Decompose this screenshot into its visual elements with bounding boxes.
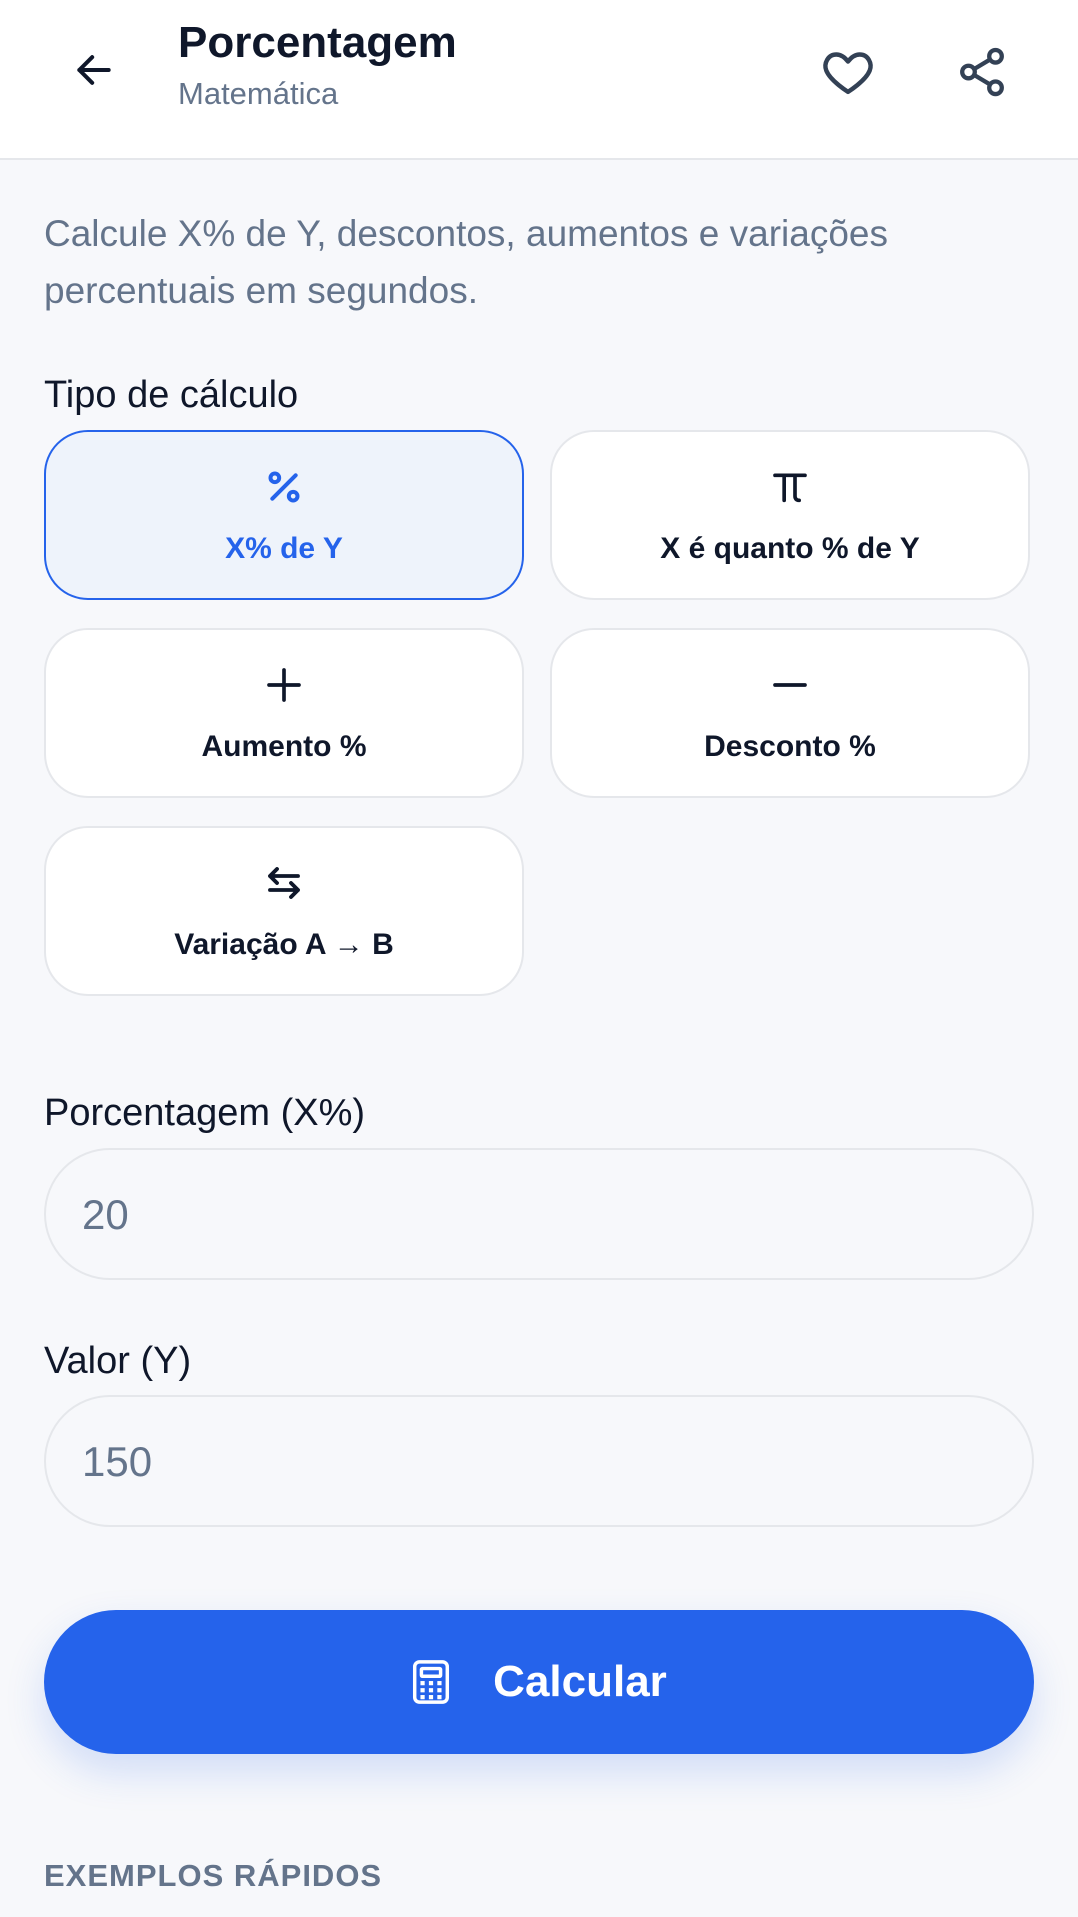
calc-type-increase[interactable]: Aumento %	[44, 628, 524, 798]
app-header: Porcentagem Matemática	[0, 0, 1078, 160]
plus-icon	[267, 668, 301, 702]
calculate-button[interactable]: Calcular	[44, 1610, 1034, 1754]
value-field-label: Valor (Y)	[44, 1340, 192, 1382]
back-button[interactable]	[64, 40, 124, 100]
calc-type-label: Tipo de cálculo	[44, 374, 299, 416]
page-description: Calcule X% de Y, descontos, aumentos e v…	[44, 213, 888, 311]
calc-type-label-text: Aumento %	[201, 730, 367, 763]
percentage-field-label: Porcentagem (X%)	[44, 1092, 366, 1134]
calculator-icon	[413, 1660, 450, 1704]
calculate-button-label: Calcular	[493, 1657, 667, 1706]
calc-type-variation[interactable]: Variação A → B	[44, 826, 524, 996]
favorite-button[interactable]	[816, 40, 880, 104]
calc-type-label-text: Desconto %	[704, 730, 876, 763]
calc-type-label-text: X é quanto % de Y	[660, 532, 920, 565]
calc-type-percent-of[interactable]: X% de Y	[44, 430, 524, 600]
calc-type-label-text: Variação A → B	[174, 928, 394, 961]
heart-icon	[823, 52, 873, 95]
swap-arrows-icon	[268, 867, 300, 899]
pi-icon	[773, 473, 807, 503]
calc-type-what-percent[interactable]: X é quanto % de Y	[550, 430, 1030, 600]
percent-icon	[268, 471, 300, 503]
calc-type-label-text: X% de Y	[225, 532, 343, 565]
quick-examples-heading: EXEMPLOS RÁPIDOS	[44, 1858, 383, 1893]
arrow-left-icon	[77, 55, 111, 85]
percentage-field[interactable]	[44, 1148, 1034, 1280]
value-input[interactable]	[80, 1397, 984, 1527]
value-field[interactable]	[44, 1395, 1034, 1527]
share-button[interactable]	[950, 40, 1014, 104]
page-subtitle: Matemática	[178, 76, 339, 111]
page-title: Porcentagem	[178, 18, 457, 67]
calc-type-discount[interactable]: Desconto %	[550, 628, 1030, 798]
percentage-input[interactable]	[80, 1150, 984, 1280]
share-icon	[960, 47, 1004, 97]
minus-icon	[773, 683, 807, 687]
